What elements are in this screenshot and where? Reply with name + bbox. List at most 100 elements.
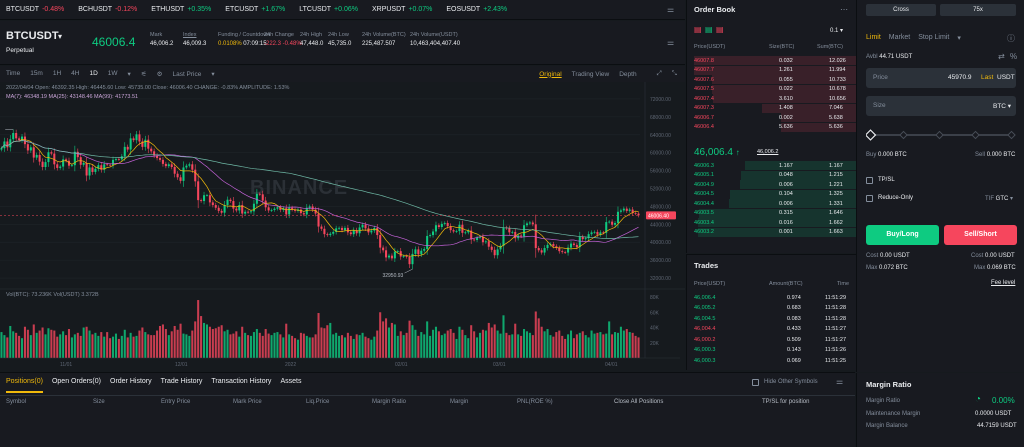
order-type-tab-market[interactable]: Market (889, 34, 910, 42)
bottom-tab-0[interactable]: Positions(0) (6, 378, 43, 385)
chart-canvas[interactable]: 72000.00 68000.00 64000.00 60000.00 56000.00… (0, 82, 685, 369)
order-type-tab-stop-limit[interactable]: Stop Limit (918, 34, 949, 42)
fee-level-link[interactable]: Fee level (991, 280, 1015, 286)
tpsl-checkbox[interactable] (866, 177, 873, 184)
row-sum: 10.678 (829, 86, 846, 92)
stat-value: 47,448.0 (300, 41, 324, 47)
bid-row[interactable]: 46003.2 0.001 1.663 (687, 227, 857, 237)
ask-row[interactable]: 46007.3 1.408 7.046 (687, 103, 857, 113)
interval-1d[interactable]: 1D (89, 70, 97, 78)
ask-row[interactable]: 46006.7 0.002 5.638 (687, 113, 857, 122)
ticker-item[interactable]: XRPUSDT +0.07% (372, 6, 432, 13)
price-type-chevron-icon[interactable]: ▾ (211, 70, 214, 78)
tif-select[interactable]: TIF GTC ▾ (985, 195, 1013, 202)
precision-select[interactable]: 0.1 ▾ (830, 27, 843, 34)
order-form-info-icon[interactable]: ⓘ (1007, 33, 1015, 44)
bid-row[interactable]: 46004.5 0.104 1.325 (687, 189, 857, 199)
book-view-both-icon[interactable]: ▤ (694, 25, 702, 34)
candle-body (56, 164, 59, 168)
candle-body (208, 195, 211, 203)
book-view-asks-icon[interactable]: ▤ (716, 25, 724, 34)
hide-other-symbols-checkbox[interactable] (752, 379, 759, 386)
price-input[interactable]: Price 45970.9 Last USDT (866, 68, 1016, 88)
bid-row[interactable]: 46003.5 0.315 1.646 (687, 208, 857, 218)
bottom-tab-1[interactable]: Open Orders(0) (52, 378, 101, 385)
ticker-item[interactable]: EOSUSDT +2.43% (446, 6, 507, 13)
bid-row[interactable]: 46005.1 0.048 1.215 (687, 170, 857, 180)
volume-bar (238, 336, 241, 358)
x-tick-label: 04/01 (605, 362, 618, 368)
interval-1w[interactable]: 1W (108, 70, 118, 78)
bid-row[interactable]: 46006.3 1.167 1.167 (687, 161, 857, 170)
order-type-tab-limit[interactable]: Limit (866, 34, 881, 42)
bid-row[interactable]: 46004.9 0.006 1.221 (687, 180, 857, 189)
ticker-change: +0.06% (334, 6, 358, 13)
chart-settings-icon[interactable]: ⚙ (157, 70, 163, 78)
reduce-only-checkbox[interactable] (866, 195, 873, 202)
ask-row[interactable]: 46007.8 0.032 12.026 (687, 56, 857, 65)
bid-row[interactable]: 46004.4 0.006 1.331 (687, 199, 857, 208)
volume-bar (602, 334, 605, 358)
bid-row[interactable]: 46003.4 0.016 1.662 (687, 218, 857, 227)
bottom-tab-2[interactable]: Order History (110, 378, 152, 385)
candle-body (270, 209, 273, 211)
transfer-icon[interactable]: ⇄ (998, 52, 1005, 61)
candle-body (249, 211, 253, 213)
symbol-dropdown-icon[interactable]: ▾ (58, 32, 62, 41)
ask-row[interactable]: 46006.4 5.636 5.636 (687, 122, 857, 132)
view-depth[interactable]: Depth (619, 71, 636, 78)
ticker-item[interactable]: ETCUSDT +1.67% (225, 6, 285, 13)
size-input[interactable]: Size BTC ▾ (866, 96, 1016, 116)
interval-more-icon[interactable]: ▾ (128, 70, 131, 78)
margin-mode-button[interactable]: Cross (866, 4, 936, 16)
ask-row[interactable]: 46007.6 0.055 10.733 (687, 75, 857, 84)
expand-icon[interactable]: ⤡ (672, 70, 677, 78)
bottom-tab-3[interactable]: Trade History (161, 378, 203, 385)
y-tick-label: 32000.00 (650, 276, 671, 282)
ask-row[interactable]: 46007.4 3.610 10.656 (687, 94, 857, 103)
buy-long-button[interactable]: Buy/Long (866, 225, 939, 245)
column-header-9[interactable]: TP/SL for position (762, 399, 809, 405)
column-header-8[interactable]: Close All Positions (614, 399, 663, 405)
ticker-settings-icon[interactable]: ⚌ (667, 5, 674, 14)
ticker-item[interactable]: ETHUSDT +0.35% (151, 6, 211, 13)
interval-4h[interactable]: 4H (71, 70, 79, 78)
y-tick-label: 72000.00 (650, 97, 671, 103)
candle-body (123, 146, 126, 157)
trade-row: 46,005.2 0.683 11:51:28 (687, 304, 857, 313)
ticker-item[interactable]: BTCUSDT -0.48% (6, 6, 64, 13)
price-type-select[interactable]: Last Price (172, 71, 201, 78)
book-view-bids-icon[interactable]: ▤ (705, 25, 713, 34)
interval-time[interactable]: Time (6, 70, 20, 78)
view-original[interactable]: Original (539, 71, 561, 78)
view-trading-view[interactable]: Trading View (572, 71, 610, 78)
size-unit-select[interactable]: BTC ▾ (993, 102, 1011, 110)
fullscreen-icon[interactable]: ⤢ (657, 70, 662, 78)
volume-bar (249, 335, 253, 358)
size-slider[interactable] (866, 129, 1018, 141)
volume-bar (252, 332, 255, 358)
candle-body (614, 222, 617, 225)
price-chart[interactable]: 72000.00 68000.00 64000.00 60000.00 56000.00… (0, 82, 685, 369)
candle-body (376, 227, 379, 236)
order-book-more-icon[interactable]: ⋯ (840, 5, 848, 14)
symbol-name[interactable]: BTCUSDT (6, 30, 59, 42)
leverage-button[interactable]: 75x (940, 4, 1016, 16)
stop-limit-chevron-icon[interactable]: ▾ (957, 34, 961, 42)
interval-1h[interactable]: 1H (53, 70, 61, 78)
indicator-icon[interactable]: ⚟ (141, 70, 147, 78)
calculator-icon[interactable]: % (1010, 52, 1017, 61)
interval-15m[interactable]: 15m (30, 70, 43, 78)
positions-settings-icon[interactable]: ⚌ (836, 377, 843, 386)
last-price-tag[interactable]: Last (981, 74, 993, 81)
last-price: 46006.4 (92, 35, 136, 49)
cost-sell: Cost 0.00 USDT (971, 253, 1015, 259)
bottom-tab-4[interactable]: Transaction History (211, 378, 271, 385)
ticker-item[interactable]: LTCUSDT +0.06% (299, 6, 358, 13)
bottom-tab-5[interactable]: Assets (280, 378, 301, 385)
ask-row[interactable]: 46007.7 1.261 11.994 (687, 65, 857, 75)
ask-row[interactable]: 46007.5 0.022 10.678 (687, 84, 857, 94)
ticker-item[interactable]: BCHUSDT -0.12% (78, 6, 137, 13)
header-settings-icon[interactable]: ⚌ (667, 38, 674, 47)
sell-short-button[interactable]: Sell/Short (944, 225, 1017, 245)
